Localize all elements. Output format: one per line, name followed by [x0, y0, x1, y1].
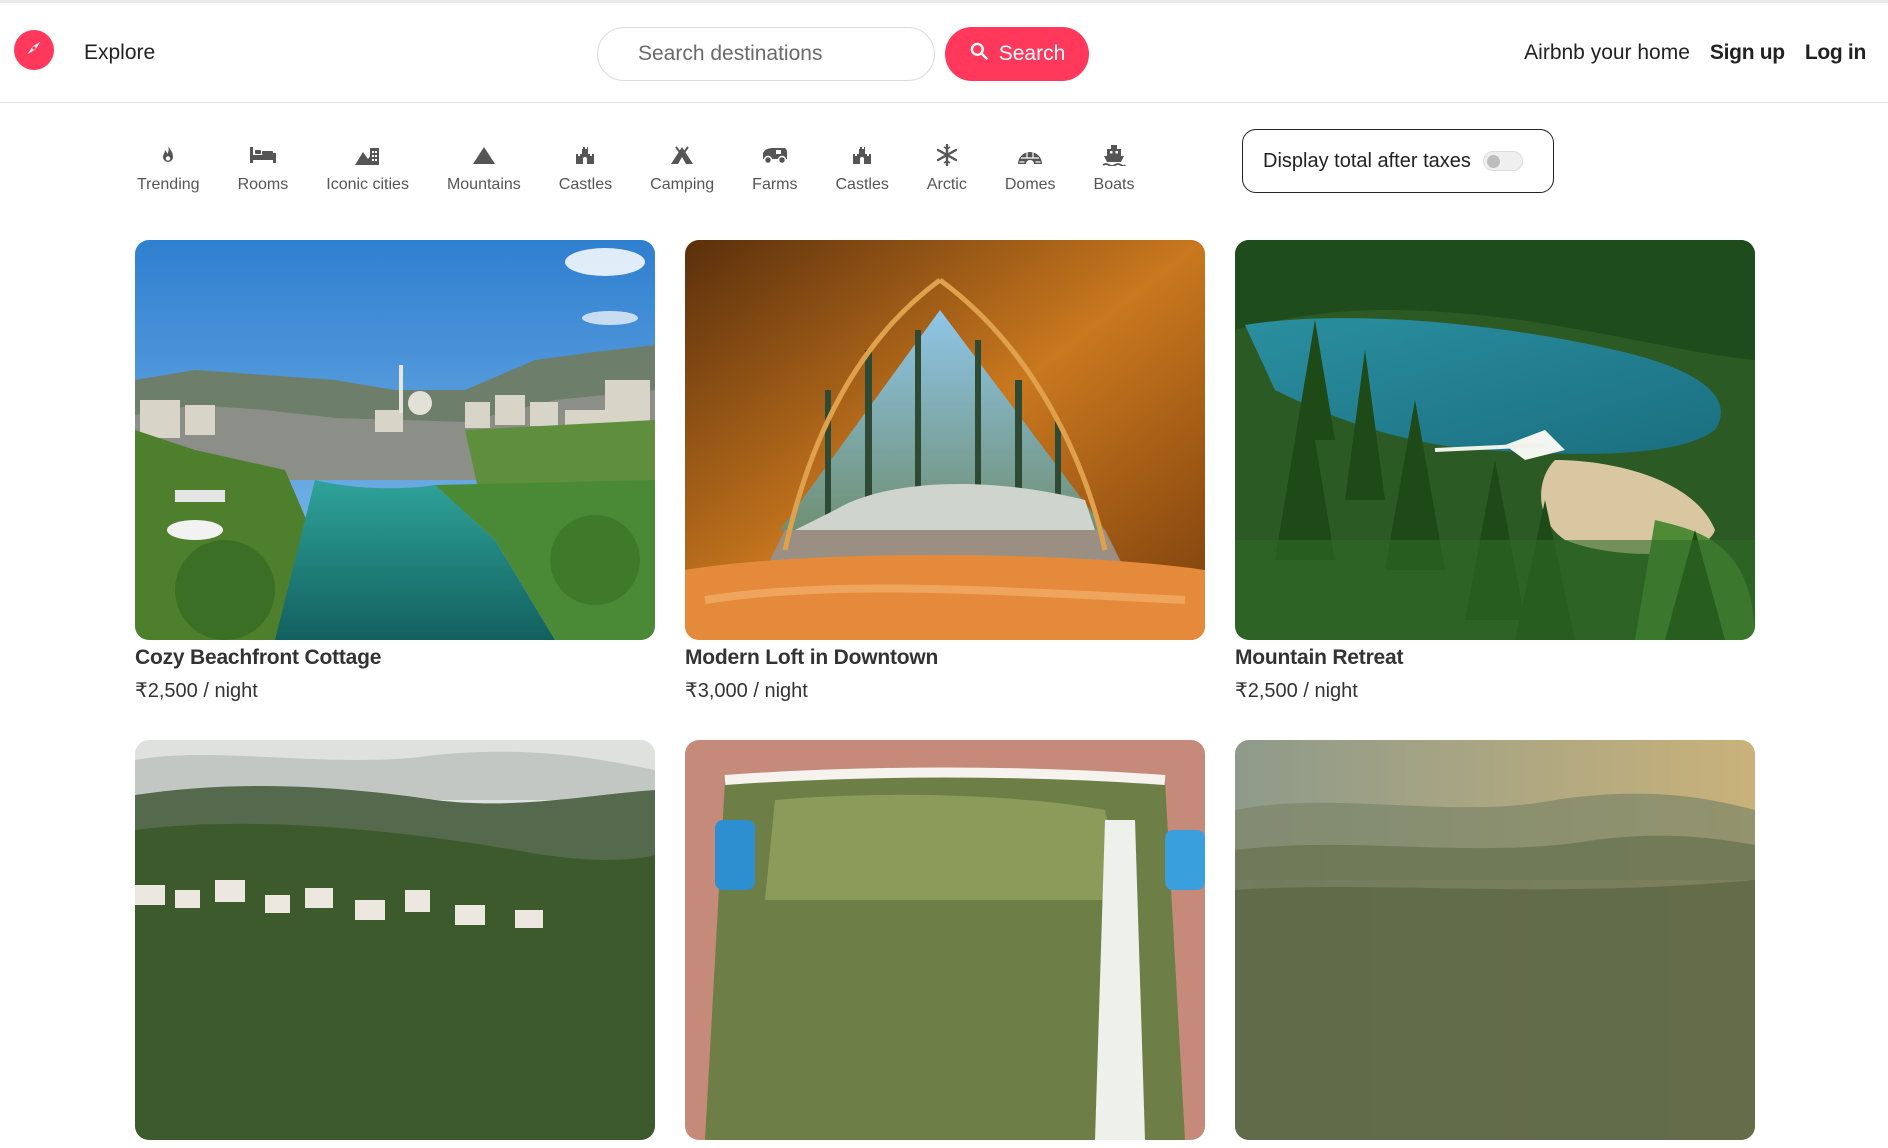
category-label: Iconic cities [326, 176, 409, 193]
category-label: Boats [1093, 176, 1135, 193]
category-label: Rooms [237, 176, 289, 193]
compass-logo[interactable] [14, 30, 54, 70]
waterfall-photo [685, 740, 1205, 1140]
hillside-town-photo [135, 740, 655, 1140]
log-in-link[interactable]: Log in [1805, 41, 1866, 65]
category-label: Arctic [926, 176, 967, 193]
category-boats[interactable]: Boats [1093, 140, 1135, 194]
navbar: Explore Search Airbnb your home Sign up … [0, 3, 1888, 103]
category-mountains[interactable]: Mountains [447, 140, 521, 194]
category-label: Farms [752, 176, 798, 193]
search-input[interactable] [597, 27, 935, 81]
bed-icon [249, 140, 277, 170]
tax-toggle-label: Display total after taxes [1263, 149, 1471, 172]
tent-forest-photo [685, 240, 1205, 640]
castle-icon [851, 140, 873, 170]
tax-toggle[interactable]: Display total after taxes [1242, 129, 1554, 193]
category-bar: Trending Rooms Iconic cities Mountains C… [118, 140, 1153, 194]
category-iconic-cities[interactable]: Iconic cities [326, 140, 409, 194]
listing-title: Mountain Retreat [1235, 646, 1404, 669]
castle-icon [574, 140, 596, 170]
search-button-label: Search [998, 42, 1066, 65]
category-label: Mountains [446, 176, 521, 193]
tax-toggle-switch[interactable] [1482, 151, 1523, 171]
city-icon [354, 140, 382, 170]
category-label: Camping [650, 176, 715, 193]
listing-price: ₹2,500 / night [1235, 680, 1358, 702]
category-arctic[interactable]: Arctic [927, 140, 967, 194]
category-rooms[interactable]: Rooms [237, 140, 289, 194]
tractor-icon [761, 140, 789, 170]
category-label: Domes [1004, 176, 1056, 193]
river-town-photo [135, 240, 655, 640]
listing-price: ₹2,500 / night [135, 680, 258, 702]
category-farms[interactable]: Farms [752, 140, 798, 194]
explore-link[interactable]: Explore [84, 41, 155, 65]
category-domes[interactable]: Domes [1005, 140, 1056, 194]
listing-price: ₹3,000 / night [685, 680, 808, 702]
search-icon [969, 41, 989, 67]
airbnb-your-home-link[interactable]: Airbnb your home [1524, 41, 1690, 65]
listing-title: Modern Loft in Downtown [685, 646, 939, 669]
snowflake-icon [936, 140, 958, 170]
tent-icon [669, 140, 695, 170]
listing-card[interactable]: Cozy Beachfront Cottage ₹2,500 / night [135, 240, 655, 703]
category-castles-2[interactable]: Castles [836, 140, 889, 194]
listing-card[interactable] [135, 740, 655, 1148]
listing-card[interactable]: Modern Loft in Downtown ₹3,000 / night [685, 240, 1205, 703]
search-button[interactable]: Search [945, 27, 1089, 81]
sign-up-link[interactable]: Sign up [1710, 41, 1785, 65]
compass-icon [23, 37, 45, 64]
nav-right: Airbnb your home Sign up Log in [1524, 41, 1866, 65]
mountain-icon [472, 140, 496, 170]
category-label: Castles [558, 176, 613, 193]
category-castles[interactable]: Castles [559, 140, 612, 194]
category-label: Castles [835, 176, 889, 193]
misty-hills-photo [1235, 740, 1755, 1140]
listing-card[interactable] [1235, 740, 1755, 1148]
igloo-icon [1017, 140, 1043, 170]
category-trending[interactable]: Trending [137, 140, 200, 194]
ship-icon [1102, 140, 1126, 170]
switch-knob [1486, 155, 1500, 168]
listing-card[interactable]: Mountain Retreat ₹2,500 / night [1235, 240, 1755, 703]
listing-card[interactable] [685, 740, 1205, 1148]
lake-forest-photo [1235, 240, 1755, 640]
listing-title: Cozy Beachfront Cottage [135, 646, 382, 669]
category-label: Trending [137, 176, 200, 193]
category-camping[interactable]: Camping [650, 140, 714, 194]
flame-icon [158, 140, 178, 170]
